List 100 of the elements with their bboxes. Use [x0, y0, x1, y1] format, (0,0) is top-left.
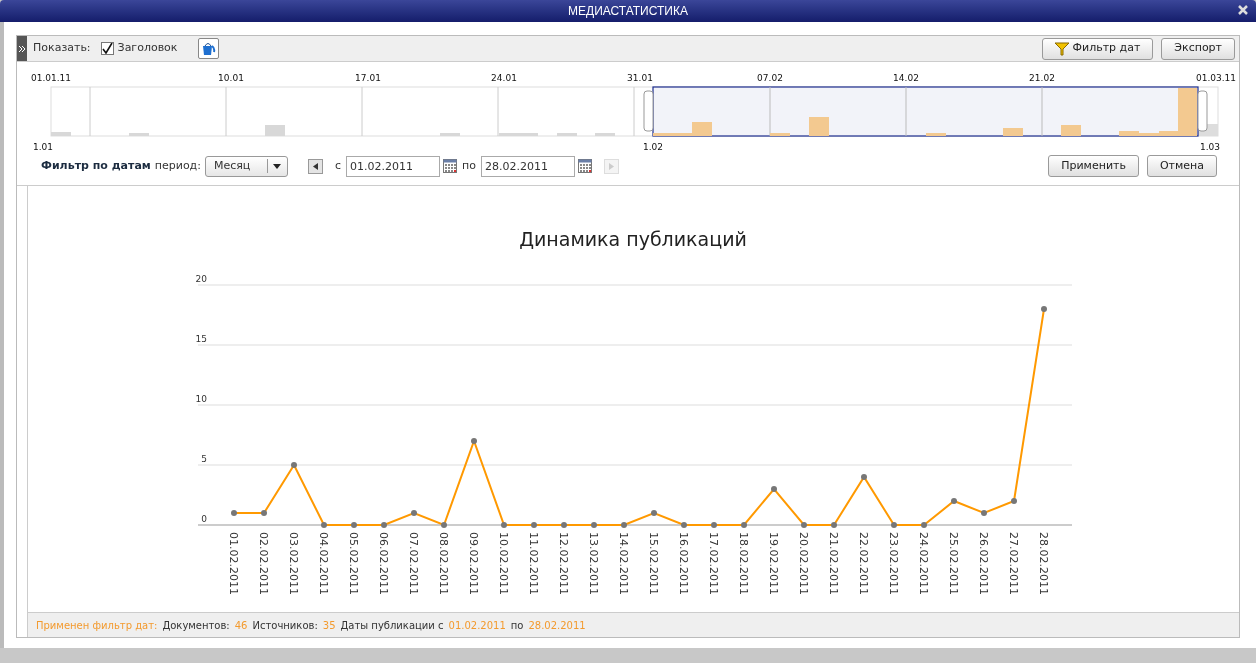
data-point	[621, 522, 627, 528]
x-tick-label: 11.02.2011	[527, 532, 540, 595]
data-point	[1011, 498, 1017, 504]
status-value: 01.02.2011	[448, 618, 506, 633]
timeline-label: 17.01	[355, 72, 381, 85]
status-label: по	[510, 618, 524, 633]
double-chevron-icon	[18, 44, 26, 53]
data-point	[411, 510, 417, 516]
status-value: 46	[234, 618, 248, 633]
x-tick-label: 21.02.2011	[827, 532, 840, 595]
x-tick-label: 13.02.2011	[587, 532, 600, 595]
y-tick-label: 15	[195, 334, 207, 344]
data-point	[561, 522, 567, 528]
y-tick-label: 10	[195, 394, 207, 404]
timeline-label: 31.01	[627, 72, 653, 85]
x-tick-label: 09.02.2011	[467, 532, 480, 595]
apply-button[interactable]: Применить	[1048, 155, 1139, 177]
timeline-label: 07.02	[757, 72, 783, 85]
paint-bucket-icon	[200, 41, 216, 56]
data-point	[471, 438, 477, 444]
data-point	[681, 522, 687, 528]
y-tick-label: 5	[201, 454, 207, 464]
status-label: Источников:	[252, 618, 318, 633]
x-tick-label: 25.02.2011	[947, 532, 960, 595]
x-tick-label: 26.02.2011	[977, 532, 990, 595]
timeline-label: 1.01	[33, 141, 53, 154]
x-tick-label: 19.02.2011	[767, 532, 780, 595]
period-label: период:	[154, 157, 201, 174]
data-point	[981, 510, 987, 516]
x-tick-label: 08.02.2011	[437, 532, 450, 595]
data-point	[591, 522, 597, 528]
x-tick-label: 22.02.2011	[857, 532, 870, 595]
timeline-label: 10.01	[218, 72, 244, 85]
calendar-icon[interactable]	[443, 159, 457, 173]
left-triangle-icon	[312, 162, 318, 170]
x-tick-label: 17.02.2011	[707, 532, 720, 595]
to-date-field[interactable]: 28.02.2011	[480, 155, 575, 177]
data-point	[291, 462, 297, 468]
data-point	[771, 486, 777, 492]
x-tick-label: 28.02.2011	[1037, 532, 1050, 595]
data-point	[501, 522, 507, 528]
timeline-label: 01.03.11	[1195, 72, 1237, 85]
previous-button[interactable]	[307, 158, 323, 174]
status-value: 28.02.2011	[528, 618, 586, 633]
data-point	[861, 474, 867, 480]
header-checkbox[interactable]	[100, 42, 114, 55]
data-point	[711, 522, 717, 528]
data-point	[441, 522, 447, 528]
to-label: по	[462, 157, 476, 174]
filter-title: Фильтр по датам	[41, 157, 151, 174]
data-point	[351, 522, 357, 528]
data-point	[921, 522, 927, 528]
x-tick-label: 18.02.2011	[737, 532, 750, 595]
show-label: Показать:	[33, 40, 91, 57]
status-label: Даты публикации с	[340, 618, 444, 633]
data-point	[891, 522, 897, 528]
data-point	[741, 522, 747, 528]
x-tick-label: 05.02.2011	[347, 532, 360, 595]
export-button[interactable]: Экспорт	[1161, 37, 1235, 60]
x-tick-label: 03.02.2011	[287, 532, 300, 595]
x-tick-label: 02.02.2011	[257, 532, 270, 595]
x-tick-label: 06.02.2011	[377, 532, 390, 595]
x-tick-label: 27.02.2011	[1007, 532, 1020, 595]
timeline-label: 24.01	[491, 72, 517, 85]
x-tick-label: 07.02.2011	[407, 532, 420, 595]
data-point	[951, 498, 957, 504]
date-filter-button[interactable]: Фильтр дат	[1041, 37, 1154, 60]
x-tick-label: 12.02.2011	[557, 532, 570, 595]
funnel-icon	[1054, 41, 1069, 56]
data-point	[321, 522, 327, 528]
timeline-label: 21.02	[1029, 72, 1055, 85]
x-tick-label: 15.02.2011	[647, 532, 660, 595]
y-tick-label: 20	[195, 274, 207, 284]
x-tick-label: 14.02.2011	[617, 532, 630, 595]
data-point	[801, 522, 807, 528]
data-point	[1041, 306, 1047, 312]
color-button[interactable]	[197, 38, 219, 59]
chart-title: Динамика публикаций	[519, 228, 747, 250]
timeline-label: 01.01.11	[30, 72, 72, 85]
data-point	[261, 510, 267, 516]
status-value: Применен фильтр дат:	[36, 618, 158, 633]
check-icon	[101, 43, 113, 54]
x-tick-label: 23.02.2011	[887, 532, 900, 595]
period-select[interactable]: Месяц	[204, 155, 288, 177]
timeline-label: 1.02	[643, 141, 663, 154]
collapse-tab[interactable]	[17, 36, 27, 61]
cancel-button[interactable]: Отмена	[1146, 155, 1217, 177]
timeline-label: 1.03	[1200, 141, 1220, 154]
timeline-label: 14.02	[893, 72, 919, 85]
close-icon	[1238, 5, 1248, 15]
x-tick-label: 24.02.2011	[917, 532, 930, 595]
right-triangle-icon	[608, 162, 614, 170]
x-tick-label: 04.02.2011	[317, 532, 330, 595]
data-point	[831, 522, 837, 528]
from-date-field[interactable]: 01.02.2011	[346, 155, 440, 177]
close-button[interactable]	[1236, 3, 1250, 17]
x-tick-label: 01.02.2011	[227, 532, 240, 595]
calendar-icon[interactable]	[577, 159, 592, 173]
data-point	[381, 522, 387, 528]
window-title: МЕДИАСТАТИСТИКА	[568, 3, 688, 20]
